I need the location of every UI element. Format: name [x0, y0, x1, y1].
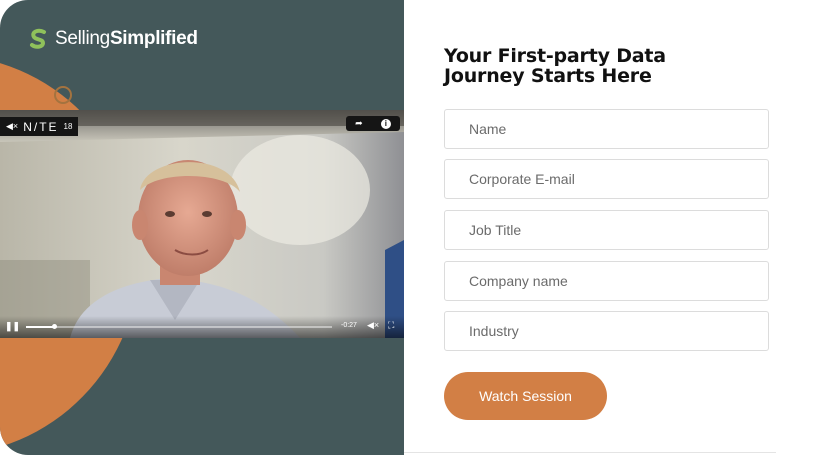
form-title-line-1: Your First-party Data [444, 45, 666, 67]
form-title-line-2: Journey Starts Here [444, 65, 652, 87]
video-seek-handle[interactable] [51, 324, 57, 329]
fullscreen-icon[interactable]: ⛶ [388, 320, 394, 331]
video-controls: ❚❚ -0:27 ◀× ⛶ [0, 316, 404, 338]
company-name-field[interactable] [444, 261, 769, 301]
video-progress-fill [26, 326, 54, 328]
video-share-bar[interactable]: ➦ i [346, 116, 400, 131]
pause-icon[interactable]: ❚❚ [5, 321, 20, 332]
logo-word-selling: Selling [55, 28, 110, 49]
share-icon[interactable]: ➦ [355, 118, 363, 129]
job-title-field[interactable] [444, 210, 769, 250]
divider [404, 452, 776, 453]
video-time: -0:27 [341, 322, 357, 329]
volume-muted-icon[interactable]: ◀× [367, 320, 379, 331]
email-field[interactable] [444, 159, 769, 199]
video-overlay-brand: ◀× N/TE 18 [0, 117, 79, 136]
video-frame [0, 110, 404, 338]
watch-session-button[interactable]: Watch Session [444, 372, 607, 420]
decorative-ring [54, 86, 72, 104]
name-field[interactable] [444, 109, 769, 149]
video-player[interactable]: ◀× N/TE 18 ➦ i ❚❚ -0:27 ◀× ⛶ [0, 110, 404, 338]
video-brand-suffix: 18 [63, 122, 73, 131]
logo-wordmark: SellingSimplified [55, 28, 198, 50]
video-seek-bar[interactable] [26, 324, 332, 329]
left-panel: SellingSimplified ◀× N/TE 18 ➦ i ❚❚ -0:2… [0, 0, 404, 455]
industry-field[interactable] [444, 311, 769, 351]
muted-icon: ◀× [6, 121, 19, 131]
logo-word-simplified: Simplified [109, 28, 198, 49]
form-title: Your First-party Data Journey Starts Her… [444, 46, 774, 86]
info-icon[interactable]: i [380, 118, 391, 129]
video-brand-text: N/TE [23, 119, 59, 134]
logo-s-icon [30, 28, 46, 49]
brand-logo[interactable]: SellingSimplified [28, 28, 198, 50]
landing-card: SellingSimplified ◀× N/TE 18 ➦ i ❚❚ -0:2… [0, 0, 813, 455]
